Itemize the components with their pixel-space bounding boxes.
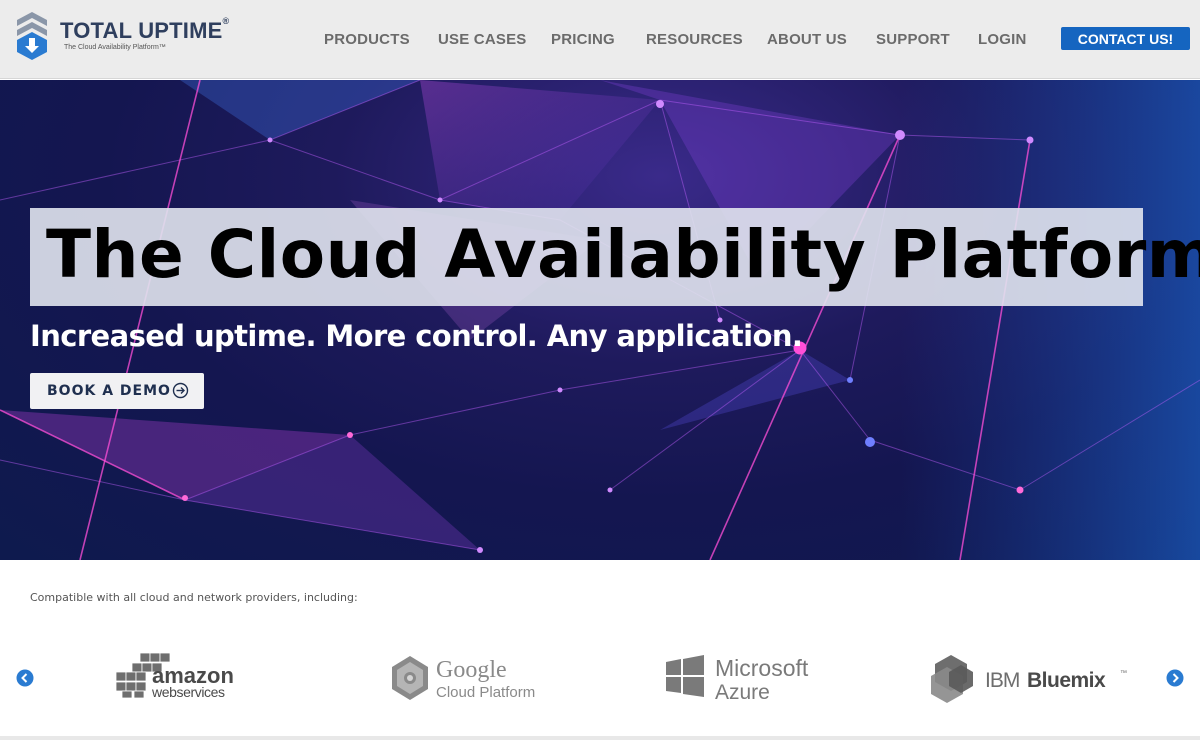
brand-name: TOTAL UPTIME® <box>60 16 230 43</box>
hero-banner: The Cloud Availability Platform® Increas… <box>0 80 1200 560</box>
nav-support[interactable]: SUPPORT <box>876 31 950 48</box>
google-cloud-platform-logo[interactable]: Google Cloud Platform <box>386 645 538 707</box>
book-demo-button[interactable]: BOOK A DEMO <box>30 373 204 409</box>
svg-text:Azure: Azure <box>715 681 770 704</box>
svg-text:webservices: webservices <box>151 684 225 700</box>
site-header: TOTAL UPTIME® The Cloud Availability Pla… <box>0 0 1200 79</box>
arrow-right-circle-icon <box>172 382 189 399</box>
nav-products[interactable]: PRODUCTS <box>324 31 410 48</box>
logo-mark-icon <box>17 12 47 60</box>
microsoft-azure-logo[interactable]: Microsoft Azure <box>664 645 822 707</box>
total-uptime-logo[interactable]: TOTAL UPTIME® The Cloud Availability Pla… <box>14 10 229 62</box>
hero-title-box: The Cloud Availability Platform® <box>30 208 1200 306</box>
svg-text:Bluemix: Bluemix <box>1027 669 1106 692</box>
providers-intro: Compatible with all cloud and network pr… <box>30 591 358 604</box>
nav-pricing[interactable]: PRICING <box>551 31 615 48</box>
svg-text:Cloud Platform: Cloud Platform <box>436 684 535 701</box>
amazon-web-services-logo[interactable]: amazon webservices <box>112 645 238 707</box>
ibm-bluemix-logo[interactable]: IBM Bluemix ™ <box>929 645 1129 707</box>
nav-resources[interactable]: RESOURCES <box>646 31 743 48</box>
nav-use-cases[interactable]: USE CASES <box>438 31 527 48</box>
book-demo-label: BOOK A DEMO <box>47 383 171 399</box>
hero-title: The Cloud Availability Platform® <box>46 216 1200 293</box>
contact-us-button[interactable]: CONTACT US! <box>1061 27 1190 50</box>
nav-login[interactable]: LOGIN <box>978 31 1027 48</box>
hero-subtitle: Increased uptime. More control. Any appl… <box>30 319 803 353</box>
brand-tagline: The Cloud Availability Platform™ <box>64 44 166 51</box>
svg-text:IBM: IBM <box>985 669 1019 692</box>
svg-text:Google: Google <box>436 657 507 683</box>
svg-text:Microsoft: Microsoft <box>715 655 809 681</box>
svg-text:™: ™ <box>1120 670 1127 677</box>
nav-about-us[interactable]: ABOUT US <box>767 31 847 48</box>
chevron-left-circle-icon[interactable] <box>16 669 34 687</box>
section-divider <box>0 736 1200 740</box>
chevron-right-circle-icon[interactable] <box>1166 669 1184 687</box>
